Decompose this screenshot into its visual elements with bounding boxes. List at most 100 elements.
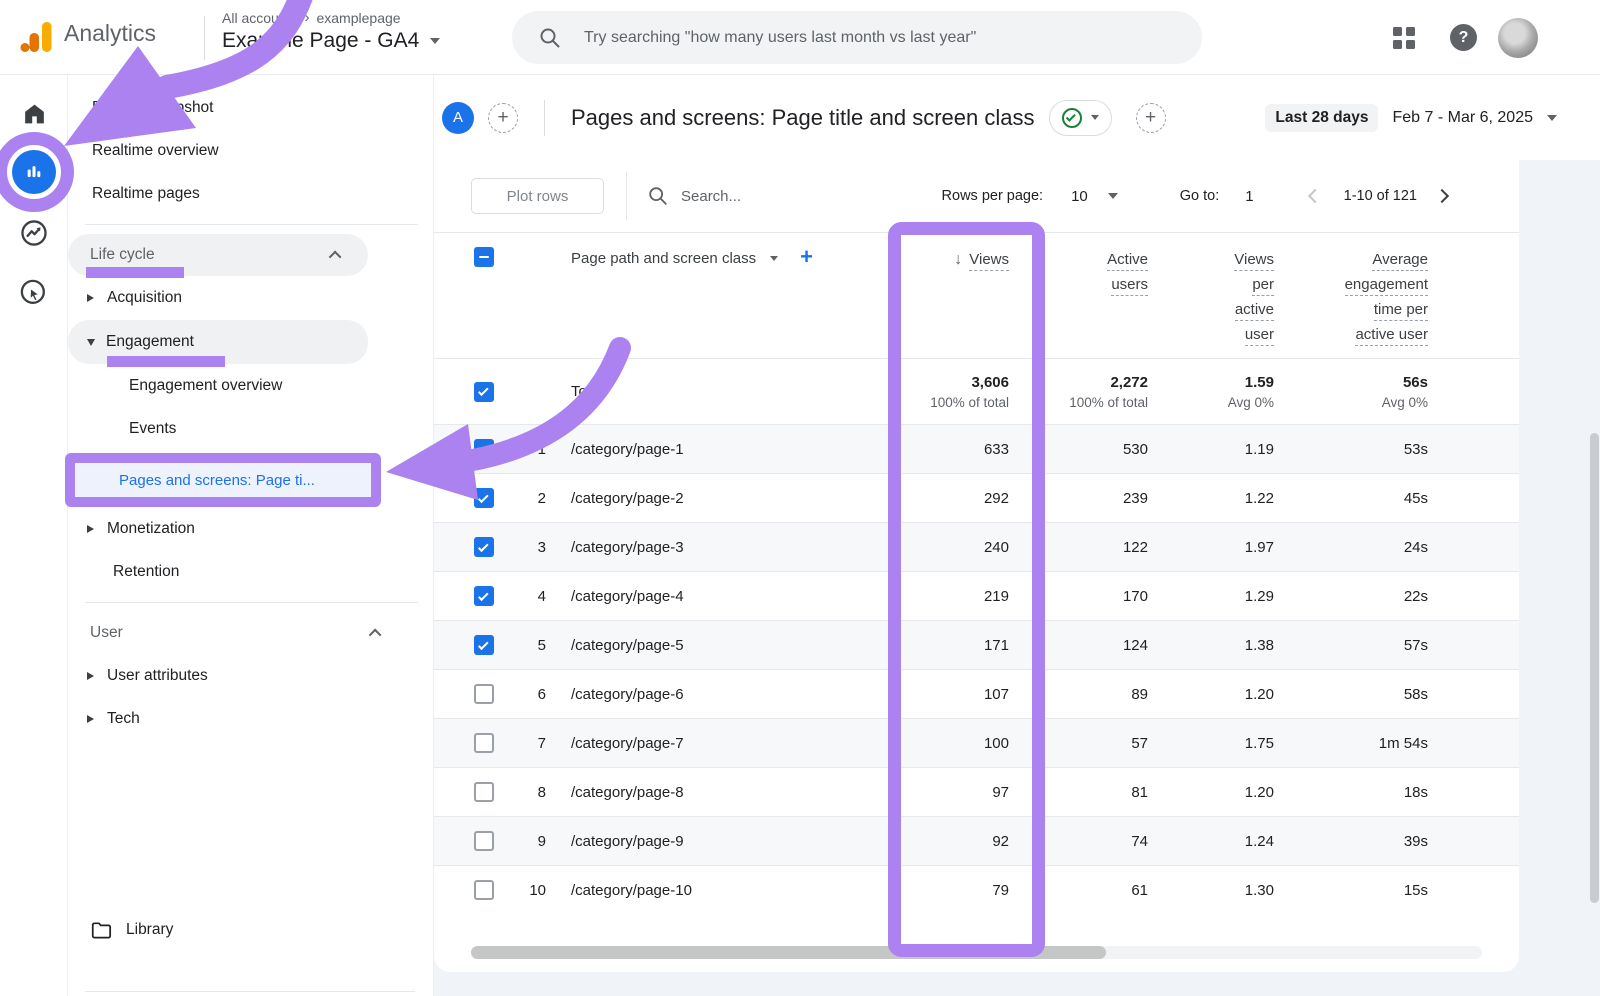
- apps-grid-icon[interactable]: [1393, 27, 1416, 50]
- sidebar-item-label: Monetization: [107, 520, 195, 538]
- row-avg-engagement: 57s: [1274, 637, 1428, 654]
- row-checkbox[interactable]: [474, 880, 494, 900]
- folder-icon: [90, 919, 112, 941]
- row-checkbox[interactable]: [474, 635, 494, 655]
- row-checkbox[interactable]: [474, 831, 494, 851]
- report-status-button[interactable]: [1049, 100, 1112, 136]
- date-range-picker[interactable]: Last 28 days Feb 7 - Mar 6, 2025: [1265, 104, 1557, 132]
- dimension-column-header[interactable]: Page path and screen class +: [554, 249, 829, 268]
- row-avg-engagement: 53s: [1274, 441, 1428, 458]
- row-active-users: 170: [1009, 588, 1148, 605]
- next-page-icon[interactable]: [1435, 189, 1449, 203]
- add-workspace-button[interactable]: +: [488, 103, 518, 133]
- breadcrumb[interactable]: All accounts › examplepage: [222, 9, 401, 26]
- total-label: Total: [554, 383, 829, 400]
- breadcrumb-chevron-icon: ›: [304, 9, 309, 26]
- row-active-users: 122: [1009, 539, 1148, 556]
- sidebar-item-label: Tech: [107, 710, 140, 728]
- check-circle-icon: [1062, 108, 1082, 128]
- breadcrumb-root[interactable]: All accounts: [222, 10, 297, 26]
- avg-engagement-column-header[interactable]: Average engagement time per active user: [1274, 247, 1428, 347]
- chevron-up-icon: [329, 250, 342, 263]
- row-views-per-user: 1.97: [1148, 539, 1274, 556]
- row-checkbox[interactable]: [474, 439, 494, 459]
- sidebar-item-label: Pages and screens: Page ti...: [119, 472, 315, 489]
- sidebar-item-events[interactable]: Events: [68, 407, 433, 450]
- table-row: 10 /category/page-10 79 61 1.30 15s: [434, 865, 1519, 914]
- date-range-label: Last 28 days: [1265, 104, 1378, 132]
- row-page-path: /category/page-9: [554, 833, 829, 850]
- horizontal-scrollbar-thumb[interactable]: [471, 946, 1106, 959]
- vertical-scrollbar-thumb[interactable]: [1590, 433, 1599, 903]
- total-row-checkbox[interactable]: [474, 382, 494, 402]
- sidebar-item-library[interactable]: Library: [68, 908, 433, 952]
- expand-right-icon[interactable]: [87, 672, 94, 680]
- sidebar-item-realtime-overview[interactable]: Realtime overview: [68, 129, 433, 172]
- expand-right-icon[interactable]: [87, 525, 94, 533]
- total-views: 3,606: [829, 374, 1009, 391]
- sidebar-section-user[interactable]: User: [68, 612, 408, 654]
- help-icon[interactable]: ?: [1450, 24, 1477, 51]
- chevron-down-icon[interactable]: [1108, 193, 1118, 199]
- row-checkbox[interactable]: [474, 782, 494, 802]
- workspace-avatar[interactable]: A: [442, 102, 474, 134]
- sidebar-item-pages-and-screens[interactable]: Pages and screens: Page ti...: [65, 453, 381, 507]
- user-avatar[interactable]: [1498, 18, 1538, 58]
- sort-desc-icon: ↓: [954, 251, 962, 268]
- rows-per-page-label: Rows per page:: [942, 188, 1044, 204]
- row-views: 97: [829, 784, 1009, 801]
- row-checkbox[interactable]: [474, 684, 494, 704]
- reports-nav-item[interactable]: [0, 150, 68, 194]
- row-checkbox[interactable]: [474, 488, 494, 508]
- active-users-column-header[interactable]: Active users: [1009, 247, 1148, 297]
- breadcrumb-current[interactable]: examplepage: [316, 10, 400, 26]
- plot-rows-button[interactable]: Plot rows: [471, 178, 604, 214]
- row-avg-engagement: 1m 54s: [1274, 735, 1428, 752]
- sidebar-item-engagement[interactable]: Engagement: [68, 320, 368, 364]
- sidebar-item-monetization[interactable]: Monetization: [68, 507, 433, 550]
- rows-per-page-select[interactable]: 10: [1071, 188, 1088, 205]
- sidebar-item-user-attributes[interactable]: User attributes: [68, 654, 433, 697]
- advertising-icon[interactable]: [0, 278, 68, 308]
- home-icon[interactable]: [0, 101, 68, 128]
- table-search-input[interactable]: Search...: [681, 188, 741, 205]
- explore-icon[interactable]: [0, 218, 68, 248]
- sidebar-item-tech[interactable]: Tech: [68, 697, 433, 740]
- row-index: 2: [514, 490, 554, 507]
- sidebar-item-acquisition[interactable]: Acquisition: [68, 276, 433, 320]
- add-column-icon[interactable]: +: [800, 246, 813, 268]
- reports-icon[interactable]: [12, 150, 56, 194]
- views-per-user-column-header[interactable]: Views per active user: [1148, 247, 1274, 347]
- row-checkbox[interactable]: [474, 733, 494, 753]
- row-views-per-user: 1.75: [1148, 735, 1274, 752]
- property-name[interactable]: Example Page - GA4: [222, 29, 419, 53]
- analytics-logo-icon[interactable]: [18, 18, 56, 61]
- sidebar-item-realtime-pages[interactable]: Realtime pages: [68, 172, 433, 215]
- horizontal-scrollbar[interactable]: [471, 946, 1482, 959]
- previous-page-icon[interactable]: [1308, 189, 1322, 203]
- select-all-checkbox[interactable]: [474, 247, 494, 267]
- sidebar-item-label: Acquisition: [107, 289, 182, 307]
- sidebar-item-reports-snapshot[interactable]: Reports snapshot: [68, 86, 433, 129]
- global-search-input[interactable]: Try searching "how many users last month…: [512, 11, 1202, 64]
- row-index: 5: [514, 637, 554, 654]
- row-checkbox[interactable]: [474, 537, 494, 557]
- total-views-per-user: 1.59: [1148, 374, 1274, 391]
- go-to-input[interactable]: 1: [1245, 188, 1253, 205]
- sidebar-item-label: User attributes: [107, 667, 208, 685]
- row-index: 10: [514, 882, 554, 899]
- row-page-path: /category/page-1: [554, 441, 829, 458]
- expand-right-icon[interactable]: [87, 294, 94, 302]
- views-column-header[interactable]: ↓Views: [829, 247, 1009, 272]
- sidebar-section-life-cycle[interactable]: Life cycle: [68, 234, 368, 276]
- property-selector[interactable]: Example Page - GA4: [222, 29, 440, 53]
- sidebar-item-engagement-overview[interactable]: Engagement overview: [68, 364, 433, 407]
- row-checkbox[interactable]: [474, 586, 494, 606]
- sidebar-item-retention[interactable]: Retention: [68, 550, 433, 593]
- expand-right-icon[interactable]: [87, 715, 94, 723]
- sidebar-item-label: Reports snapshot: [92, 99, 214, 117]
- add-report-button[interactable]: +: [1136, 103, 1166, 133]
- sidebar-item-label: Library: [126, 921, 173, 939]
- expand-down-icon[interactable]: [87, 339, 95, 346]
- chevron-down-icon[interactable]: [770, 256, 778, 261]
